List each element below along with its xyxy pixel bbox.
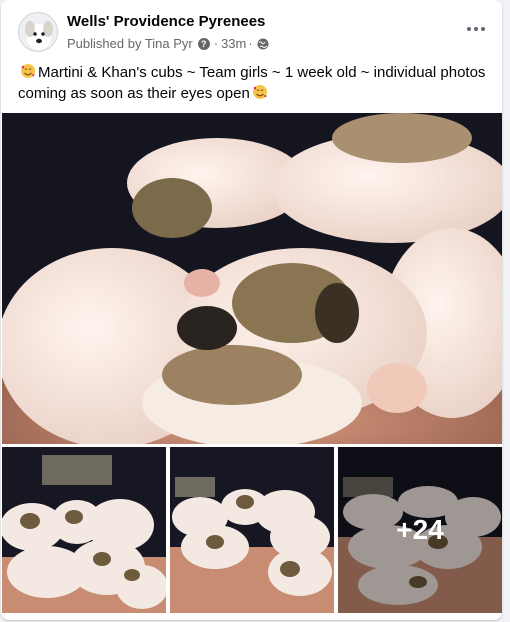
photo-thumbnail-1[interactable] [2,447,166,613]
smiling-face-with-hearts-icon-end [252,85,267,99]
published-by-text[interactable]: Published by Tina Pyr [67,36,193,51]
post-meta: Published by Tina Pyr ? · 33m · [67,36,269,51]
post-header: Wells' Providence Pyrenees Published by … [1,0,502,60]
post-separator-2: · [248,36,253,51]
more-options-icon[interactable] [464,19,488,39]
more-photos-count[interactable]: +24 [338,447,502,613]
dog-avatar-icon [19,13,57,51]
globe-icon[interactable] [257,38,269,50]
photo-thumbnail-3-more[interactable]: +24 [338,447,502,613]
puppies-photo-image [2,113,502,444]
page-name-link[interactable]: Wells' Providence Pyrenees [67,13,265,30]
main-photo-puppies[interactable] [2,113,502,444]
page-avatar[interactable] [18,12,58,52]
post-time[interactable]: 33m [221,36,246,51]
photo-thumbnail-2[interactable] [170,447,334,613]
post-card: Wells' Providence Pyrenees Published by … [1,0,502,620]
post-separator: · [213,36,219,51]
smiling-face-with-hearts-icon [21,64,35,78]
puppies-thumbnail-image-2 [170,447,334,613]
post-text: Martini & Khan's cubs ~ Team girls ~ 1 w… [18,62,488,104]
question-icon[interactable]: ? [197,37,210,50]
puppies-thumbnail-image-1 [2,447,166,613]
